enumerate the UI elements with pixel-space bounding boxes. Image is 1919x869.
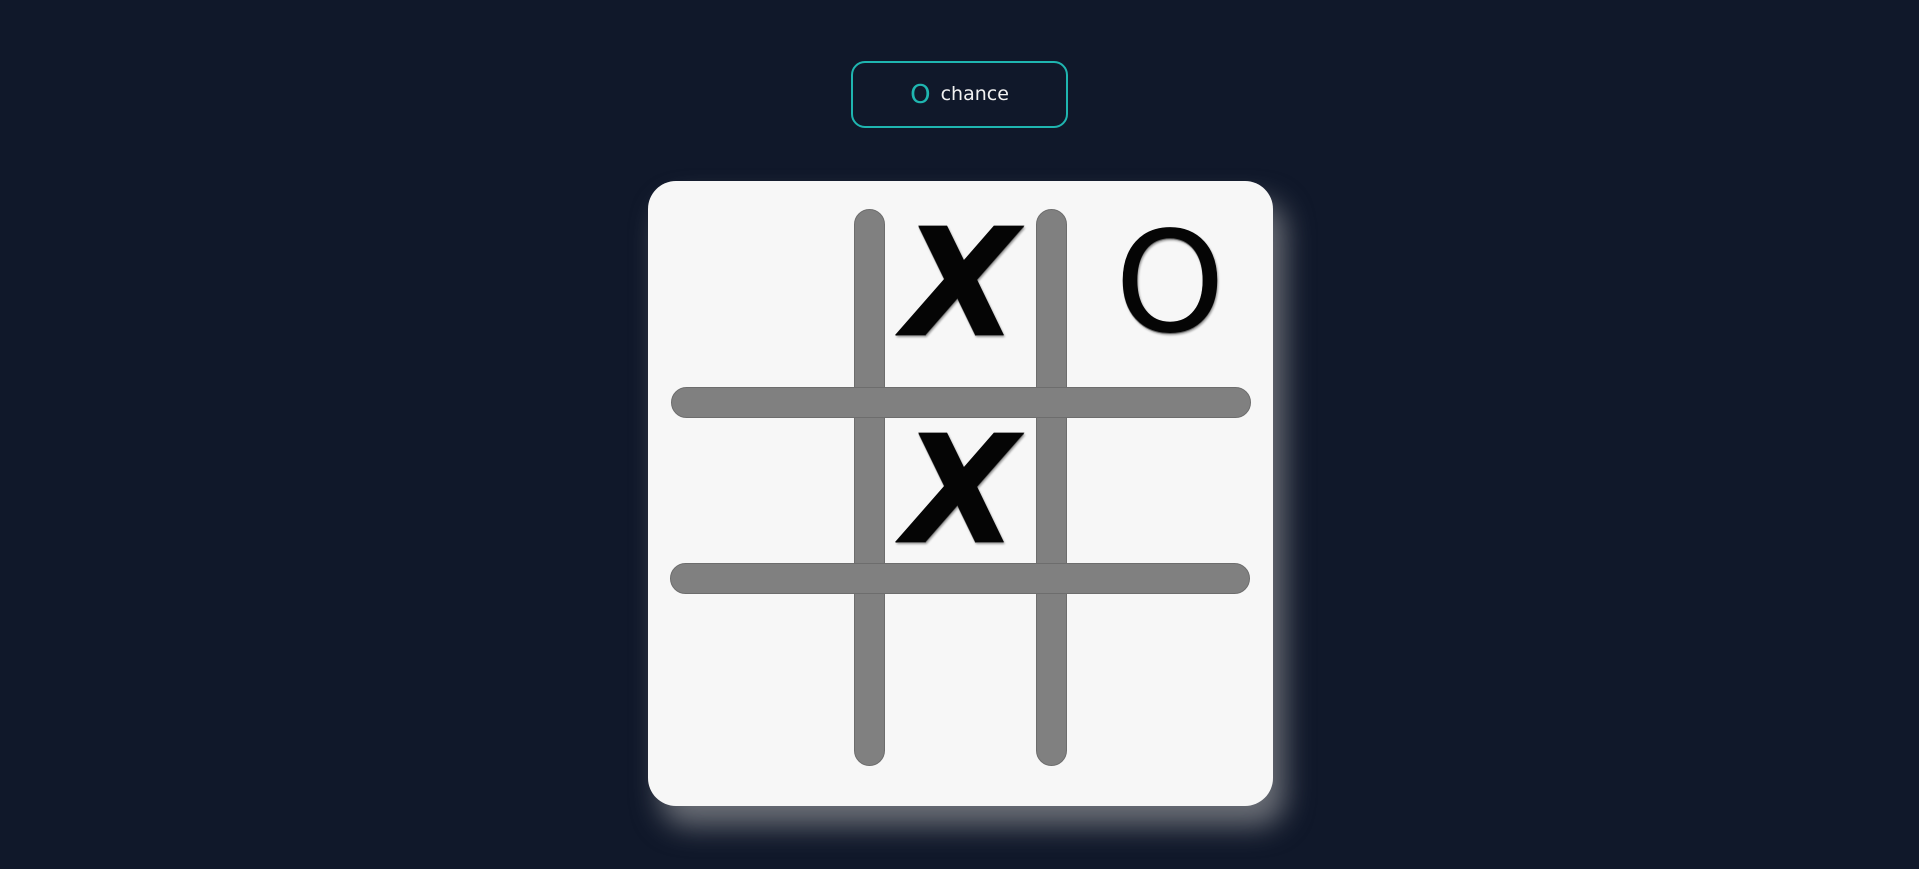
board-cell-5[interactable]: X	[885, 403, 1036, 578]
turn-indicator: O chance	[851, 61, 1068, 128]
board-cell-3[interactable]: O	[1067, 181, 1273, 387]
game-board: X O X	[648, 181, 1273, 806]
cell-mark: O	[1114, 202, 1226, 365]
grid-line-vertical-1	[854, 209, 885, 766]
board-cell-9[interactable]	[1067, 594, 1273, 806]
cell-mark: X	[902, 197, 1019, 371]
board-cell-7[interactable]	[648, 594, 854, 806]
board-cell-1[interactable]	[648, 181, 854, 387]
grid-line-vertical-2	[1036, 209, 1067, 766]
board-cell-8[interactable]	[885, 594, 1036, 806]
board-cell-2[interactable]: X	[885, 181, 1036, 387]
board-cell-6[interactable]	[1067, 418, 1273, 563]
board-cell-4[interactable]	[648, 418, 854, 563]
turn-label: chance	[940, 83, 1009, 105]
cell-mark: X	[902, 403, 1019, 578]
turn-symbol: O	[910, 79, 931, 110]
